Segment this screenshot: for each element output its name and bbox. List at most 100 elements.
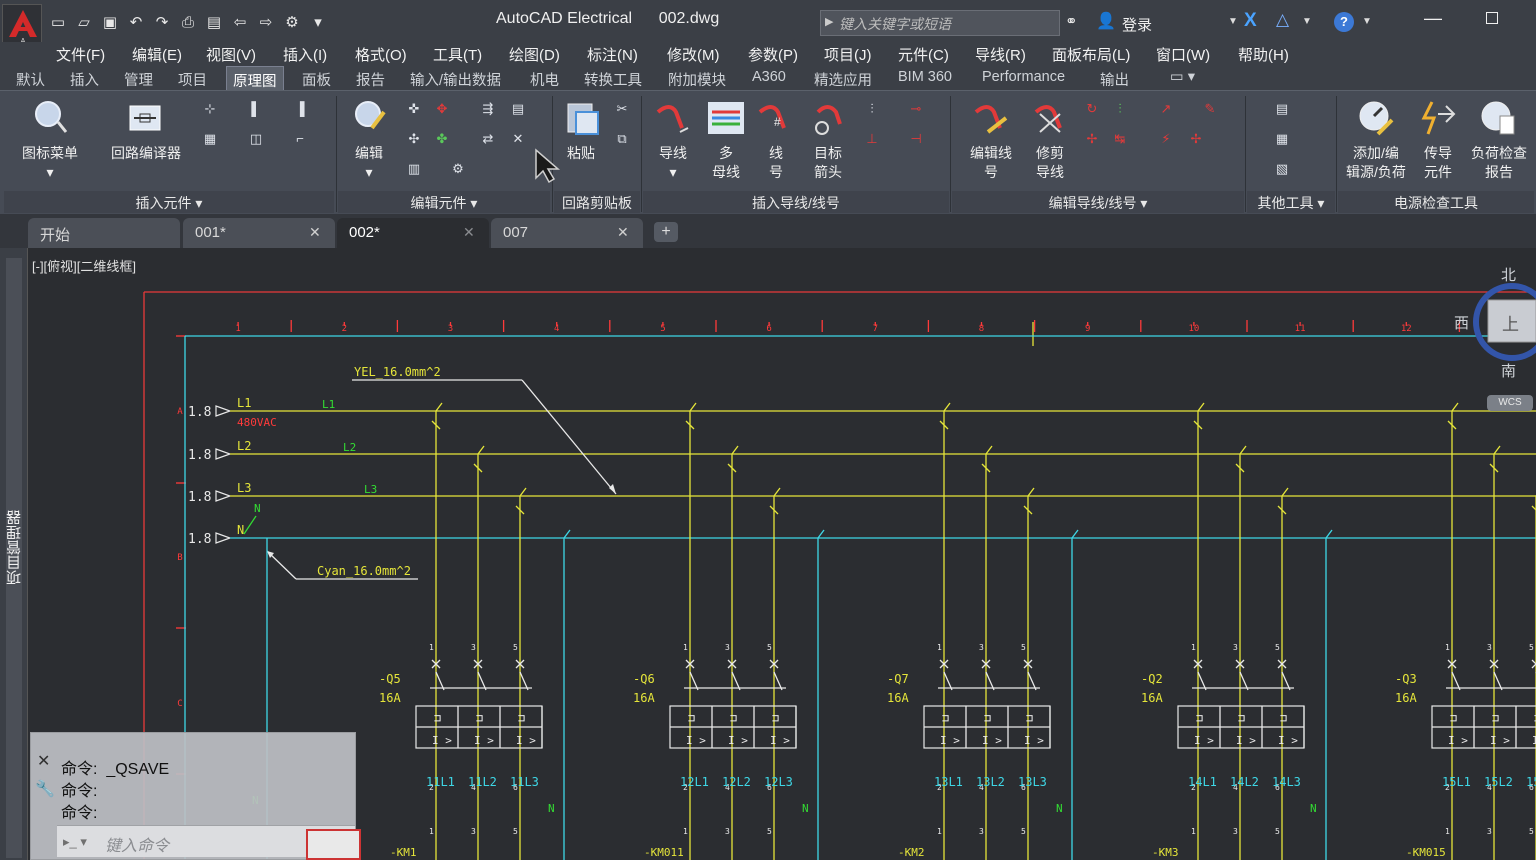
toggle-no-nc-icon[interactable]: ▤ [508, 100, 528, 118]
binoculars-icon[interactable]: ⚭ [1065, 12, 1078, 30]
login-dropdown-icon[interactable]: ▼ [1228, 16, 1238, 27]
wire-number-icon[interactable]: # [754, 98, 794, 138]
conductor-component-icon[interactable] [1418, 98, 1458, 138]
panel-expand-icon[interactable]: ▾ [470, 195, 477, 211]
insert-tool-3-icon[interactable]: ▐ [290, 100, 310, 118]
menu-wire[interactable]: 导线(R) [975, 44, 1026, 65]
trim-wire-icon[interactable] [1030, 98, 1070, 138]
menu-component[interactable]: 元件(C) [898, 44, 949, 65]
wire-tool-2-icon[interactable]: ⊸ [906, 100, 926, 118]
swap-icon[interactable]: ⇄ [478, 130, 498, 148]
wire-button[interactable]: 导线 ▾ [648, 144, 698, 182]
attribute-icon[interactable]: ▥ [404, 160, 424, 178]
wire-tool-3-icon[interactable]: ⊥ [862, 130, 882, 148]
panel-title-edit-components[interactable]: 编辑元件 ▾ [338, 191, 550, 213]
target-arrow-icon[interactable] [808, 98, 848, 138]
tab-home[interactable]: 默认 [16, 69, 45, 90]
close-icon[interactable]: ✕ [37, 751, 50, 771]
viewcube-north[interactable]: 北 [1501, 264, 1516, 285]
icon-menu-dropdown-icon[interactable]: ▾ [46, 164, 53, 180]
wire-number-button[interactable]: 线号 [756, 144, 796, 182]
trim-wire-button[interactable]: 修剪 导线 [1026, 144, 1074, 182]
help-dropdown-icon[interactable]: ▼ [1362, 16, 1372, 27]
edit-wire-tool-1-icon[interactable]: ↻ [1082, 100, 1102, 118]
wcs-menu[interactable]: WCS [1487, 395, 1533, 411]
doc-tab-007[interactable]: 007 ✕ [491, 218, 643, 248]
cut-icon[interactable]: ✂ [612, 100, 632, 118]
tab-featured-apps[interactable]: 精选应用 [814, 69, 872, 90]
menu-parameter[interactable]: 参数(P) [748, 44, 798, 65]
new-tab-button[interactable]: + [654, 222, 678, 242]
menu-edit[interactable]: 编辑(E) [132, 44, 182, 65]
scoot-icon[interactable]: ✜ [404, 100, 424, 118]
tab-insert[interactable]: 插入 [70, 69, 99, 90]
other-tool-2-icon[interactable]: ▦ [1272, 130, 1292, 148]
panel-expand-icon[interactable]: ▾ [195, 195, 202, 211]
insert-tool-2-icon[interactable]: ▌ [246, 100, 266, 118]
move-icon[interactable]: ✥ [432, 100, 452, 118]
conductor-component-button[interactable]: 传导 元件 [1414, 144, 1462, 182]
doc-tab-start[interactable]: 开始 [28, 218, 180, 248]
circuit-compiler-icon[interactable] [126, 98, 166, 138]
edit-wire-tool-4-icon[interactable]: ✎ [1200, 100, 1220, 118]
other-tool-3-icon[interactable]: ▧ [1272, 160, 1292, 178]
menu-modify[interactable]: 修改(M) [667, 44, 720, 65]
multi-bus-icon[interactable] [706, 98, 746, 138]
tab-bim360[interactable]: BIM 360 [898, 69, 952, 85]
circuit-compiler-button[interactable]: 回路编译器 [100, 144, 192, 163]
panel-expand-icon[interactable]: ▾ [1317, 195, 1324, 211]
edit-wire-tool-7-icon[interactable]: ⚡ [1156, 130, 1176, 148]
edit-wire-tool-2-icon[interactable]: ⫶ [1110, 100, 1130, 118]
wire-tool-4-icon[interactable]: ⊣ [906, 130, 926, 148]
tab-schematic[interactable]: 原理图 [226, 66, 284, 90]
other-tool-1-icon[interactable]: ▤ [1272, 100, 1292, 118]
new-file-icon[interactable]: ▭ [48, 12, 68, 32]
icon-menu-button[interactable]: 图标菜单 ▾ [10, 144, 90, 182]
close-tab-icon[interactable]: ✕ [309, 224, 321, 241]
login-link[interactable]: 登录 [1122, 14, 1152, 35]
wrench-icon[interactable]: 🔧 [35, 779, 55, 799]
undo-icon[interactable]: ↶ [126, 12, 146, 32]
drawing-thumbnail[interactable] [306, 829, 361, 860]
tab-electromechanical[interactable]: 机电 [530, 69, 559, 90]
insert-tool-4-icon[interactable]: ▦ [200, 130, 220, 148]
menu-help[interactable]: 帮助(H) [1238, 44, 1289, 65]
edit-wire-number-button[interactable]: 编辑线号 [960, 144, 1022, 182]
viewcube-west[interactable]: 西 [1454, 312, 1469, 333]
viewcube-south[interactable]: 南 [1501, 360, 1516, 381]
search-input[interactable]: ▶ 键入关键字或短语 [820, 10, 1060, 36]
delete-component-icon[interactable]: ✕ [508, 130, 528, 148]
insert-tool-1-icon[interactable]: ⊹ [200, 100, 220, 118]
tab-conversion-tools[interactable]: 转换工具 [584, 69, 642, 90]
menu-window[interactable]: 窗口(W) [1156, 44, 1210, 65]
application-menu-button[interactable]: A [2, 4, 42, 45]
search-expand-icon[interactable]: ▶ [825, 15, 833, 28]
tab-add-ins[interactable]: 附加模块 [668, 69, 726, 90]
command-prompt-icon[interactable]: ▸_ ▾ [63, 834, 87, 850]
add-edit-source-button[interactable]: 添加/编 辑源/负荷 [1338, 144, 1414, 182]
tab-performance[interactable]: Performance [982, 69, 1065, 85]
open-project-icon[interactable]: ▤ [204, 12, 224, 32]
redo-icon[interactable]: ↷ [152, 12, 172, 32]
wire-tool-1-icon[interactable]: ⫶ [862, 100, 882, 118]
tab-panel[interactable]: 面板 [302, 69, 331, 90]
edit-dropdown-icon[interactable]: ▾ [365, 164, 372, 180]
qat-customize-icon[interactable]: ▾ [308, 12, 328, 32]
minimize-icon[interactable]: — [1424, 8, 1442, 29]
menu-dimension[interactable]: 标注(N) [587, 44, 638, 65]
insert-tool-6-icon[interactable]: ⌐ [290, 130, 310, 148]
open-file-icon[interactable]: ▱ [74, 12, 94, 32]
edit-component-icon[interactable] [350, 98, 390, 138]
save-icon[interactable]: ▣ [100, 12, 120, 32]
panel-title-insert-components[interactable]: 插入元件 ▾ [4, 191, 334, 213]
edit-wire-tool-8-icon[interactable]: ✢ [1186, 130, 1206, 148]
ribbon-options-icon[interactable]: ▭ ▾ [1170, 69, 1195, 85]
menu-insert[interactable]: 插入(I) [283, 44, 327, 65]
exchange-apps-icon[interactable]: X [1244, 10, 1257, 32]
panel-expand-icon[interactable]: ▾ [1140, 195, 1147, 211]
doc-tab-002[interactable]: 002* ✕ [337, 218, 489, 248]
close-tab-icon[interactable]: ✕ [617, 224, 629, 241]
target-arrow-button[interactable]: 目标 箭头 [802, 144, 854, 182]
project-manager-label[interactable]: 项目管理器 [4, 510, 24, 585]
cross-reference-icon[interactable]: ⚙ [448, 160, 468, 178]
